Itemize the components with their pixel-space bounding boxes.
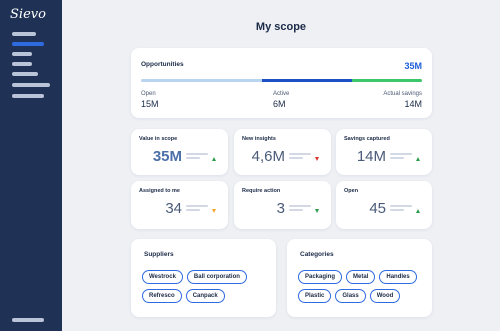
actual-savings-value: 14M: [404, 99, 422, 109]
metric-card-new-insights[interactable]: New insights 4,6M: [234, 129, 331, 175]
nav-item-5[interactable]: [12, 72, 38, 76]
open-label: Open: [141, 91, 156, 97]
metric-value: 3: [276, 200, 285, 217]
nav-item-4[interactable]: [12, 62, 32, 66]
nav-item-active[interactable]: [12, 42, 44, 46]
metric-card-savings-captured[interactable]: Savings captured 14M: [336, 129, 432, 175]
opportunities-card[interactable]: Opportunities 35M Open 15M Active 6M Act…: [131, 48, 432, 118]
progress-segment-open: [141, 79, 262, 82]
metric-label: Open: [344, 188, 359, 194]
opportunities-actual-savings: Actual savings 14M: [383, 91, 422, 109]
category-tag[interactable]: Wood: [369, 289, 401, 303]
sidebar-footer-item[interactable]: [12, 318, 44, 322]
supplier-tag[interactable]: Ball corporation: [186, 270, 247, 284]
nav-item-7[interactable]: [12, 94, 44, 98]
supplier-tags: Westrock Ball corporation Refresco Canpa…: [142, 270, 268, 303]
metric-card-value-in-scope[interactable]: Value in scope 35M: [131, 129, 228, 175]
trend-sparkline-icon: [289, 153, 319, 165]
progress-segment-actual-savings: [351, 79, 422, 82]
actual-savings-label: Actual savings: [383, 91, 422, 97]
suppliers-card: Suppliers Westrock Ball corporation Refr…: [131, 239, 276, 317]
metric-card-require-action[interactable]: Require action 3: [234, 181, 331, 229]
metric-value: 35M: [152, 148, 182, 165]
page-title: My scope: [255, 21, 307, 33]
metric-label: Assigned to me: [139, 188, 180, 194]
opportunities-progress-bar: [141, 79, 422, 82]
categories-card: Categories Packaging Metal Handles Plast…: [287, 239, 432, 317]
supplier-tag[interactable]: Canpack: [185, 289, 225, 303]
progress-segment-active: [261, 79, 352, 82]
metric-label: Savings captured: [344, 136, 390, 142]
trend-up-icon: [416, 209, 420, 213]
opportunities-active: Active 6M: [273, 91, 289, 109]
opportunities-total: 35M: [404, 61, 422, 71]
category-tag[interactable]: Metal: [346, 270, 376, 284]
sievo-logo: Sievo: [10, 7, 46, 22]
trend-down-icon: [315, 209, 319, 213]
supplier-tag[interactable]: Refresco: [142, 289, 182, 303]
metric-value: 45: [369, 200, 386, 217]
opportunities-title: Opportunities: [141, 61, 184, 68]
nav-item-6[interactable]: [12, 83, 50, 87]
categories-title: Categories: [300, 251, 334, 258]
sidebar: Sievo: [0, 0, 62, 331]
trend-sparkline-icon: [186, 153, 216, 165]
nav-item-1[interactable]: [12, 32, 36, 36]
category-tag[interactable]: Plastic: [298, 289, 332, 303]
active-value: 6M: [273, 99, 286, 109]
category-tag[interactable]: Handles: [379, 270, 417, 284]
open-value: 15M: [141, 99, 159, 109]
category-tag[interactable]: Packaging: [298, 270, 343, 284]
category-tag[interactable]: Glass: [335, 289, 366, 303]
supplier-tag[interactable]: Westrock: [142, 270, 183, 284]
metric-label: New insights: [242, 136, 276, 142]
active-label: Active: [273, 91, 290, 97]
trend-sparkline-icon: [390, 205, 420, 217]
trend-sparkline-icon: [390, 153, 420, 165]
metric-label: Value in scope: [139, 136, 178, 142]
trend-up-icon: [212, 157, 216, 161]
metric-card-assigned-to-me[interactable]: Assigned to me 34: [131, 181, 228, 229]
trend-sparkline-icon: [186, 205, 216, 217]
trend-sparkline-icon: [289, 205, 319, 217]
metric-label: Require action: [242, 188, 281, 194]
metric-value: 14M: [356, 148, 386, 165]
category-tags: Packaging Metal Handles Plastic Glass Wo…: [298, 270, 424, 303]
metric-value: 4,6M: [251, 148, 285, 165]
metric-card-open[interactable]: Open 45: [336, 181, 432, 229]
trend-up-icon: [416, 157, 420, 161]
opportunities-open: Open 15M: [141, 91, 159, 109]
trend-down-icon: [212, 209, 216, 213]
trend-down-icon: [315, 157, 319, 161]
nav-item-3[interactable]: [12, 52, 32, 56]
suppliers-title: Suppliers: [144, 251, 174, 258]
metric-value: 34: [165, 200, 182, 217]
